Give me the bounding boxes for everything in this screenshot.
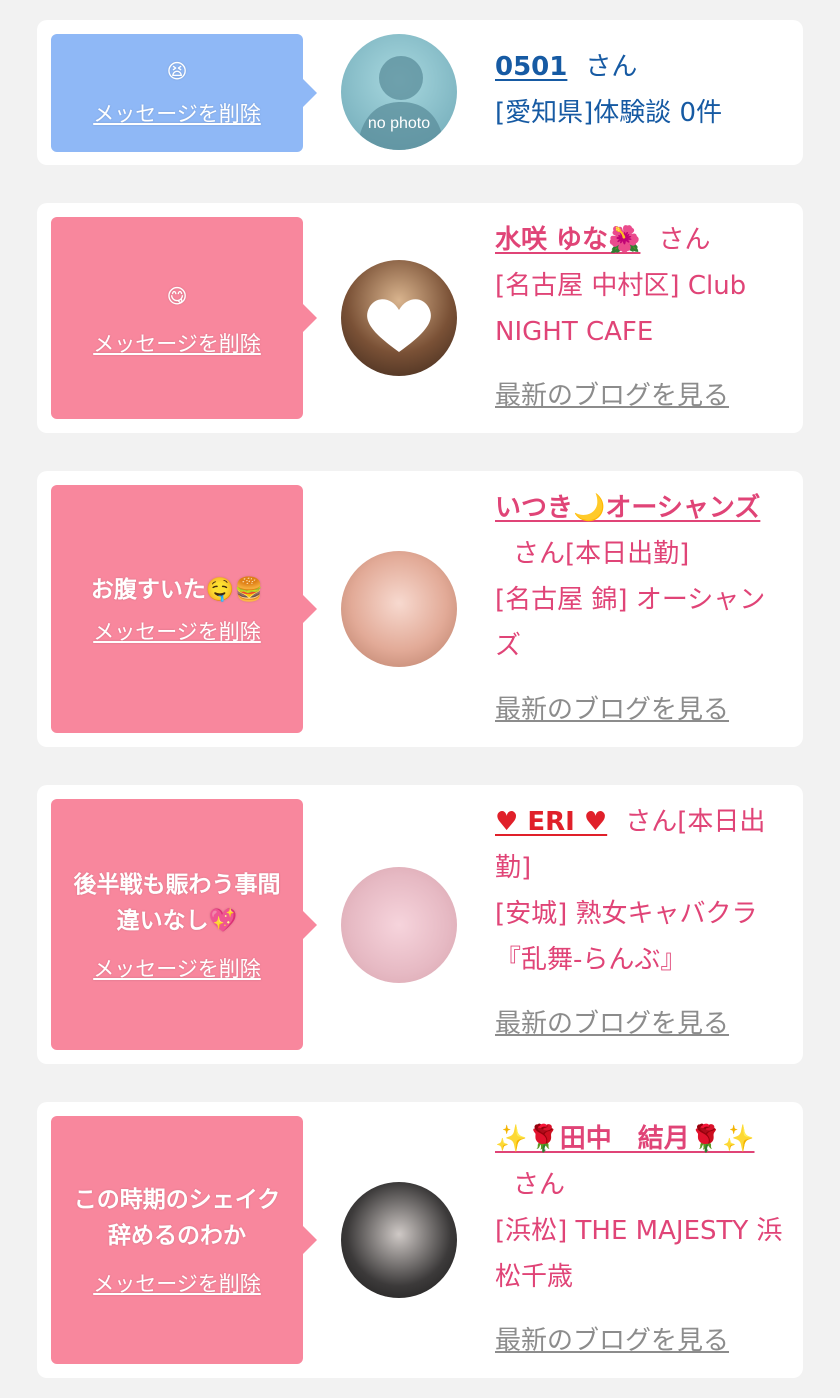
delete-message-link[interactable]: メッセージを削除 xyxy=(93,953,261,983)
delete-message-link[interactable]: メッセージを削除 xyxy=(93,1268,261,1298)
avatar-no-photo[interactable]: no photo xyxy=(341,34,457,150)
delete-message-link[interactable]: メッセージを削除 xyxy=(93,616,261,646)
message-text: お腹すいた🤤🍔 xyxy=(90,577,264,603)
message-text: 後半戦も賑わう事間違いなし💖 xyxy=(73,871,281,934)
no-photo-label: no photo xyxy=(368,115,430,132)
avatar[interactable] xyxy=(341,551,457,667)
avatar[interactable] xyxy=(341,260,457,376)
profile-info: ✨🌹田中 結月🌹✨ さん [浜松] THE MAJESTY 浜松千歳 最新のブログ… xyxy=(495,1116,787,1364)
message-card: 😋 メッセージを削除 水咲 ゆな🌺 さん [名古屋 中村区] Club NIGHT… xyxy=(37,203,803,433)
profile-name-link[interactable]: 水咲 ゆな🌺 xyxy=(495,225,640,255)
honorific: さん xyxy=(513,539,566,569)
message-bubble: 後半戦も賑わう事間違いなし💖 メッセージを削除 xyxy=(51,799,317,1050)
message-text: 😫 xyxy=(166,59,188,83)
latest-blog-link[interactable]: 最新のブログを見る xyxy=(495,373,787,419)
profile-name-link[interactable]: いつき🌙オーシャンズ xyxy=(495,493,760,523)
message-card: 😫 メッセージを削除 no photo 0501 さん [愛知県]体験談 0件 xyxy=(37,20,803,165)
profile-name-link[interactable]: 0501 xyxy=(495,52,567,82)
message-card: お腹すいた🤤🍔 メッセージを削除 いつき🌙オーシャンズさん[本日出勤] [名古屋… xyxy=(37,471,803,747)
profile-location: [名古屋 中村区] Club NIGHT CAFE xyxy=(495,271,747,347)
profile-location: [愛知県]体験談 0件 xyxy=(495,98,723,128)
avatar[interactable] xyxy=(341,1182,457,1298)
person-silhouette-icon: no photo xyxy=(357,56,445,150)
profile-info: 0501 さん [愛知県]体験談 0件 xyxy=(495,44,787,136)
message-card: 後半戦も賑わう事間違いなし💖 メッセージを削除 ♥ ERI ♥ さん[本日出勤] … xyxy=(37,785,803,1064)
message-card: この時期のシェイク辞めるのわか メッセージを削除 ✨🌹田中 結月🌹✨ さん [浜松… xyxy=(37,1102,803,1378)
profile-info: 水咲 ゆな🌺 さん [名古屋 中村区] Club NIGHT CAFE 最新のブロ… xyxy=(495,217,787,419)
profile-location: [安城] 熟女キャバクラ『乱舞-らんぶ』 xyxy=(495,899,758,975)
profile-info: いつき🌙オーシャンズさん[本日出勤] [名古屋 錦] オーシャンズ 最新のブログ… xyxy=(495,485,787,733)
latest-blog-link[interactable]: 最新のブログを見る xyxy=(495,687,787,733)
latest-blog-link[interactable]: 最新のブログを見る xyxy=(495,1318,787,1364)
profile-name-link[interactable]: ✨🌹田中 結月🌹✨ xyxy=(495,1124,755,1154)
honorific: さん xyxy=(585,52,638,82)
honorific: さん xyxy=(658,225,711,255)
message-bubble: お腹すいた🤤🍔 メッセージを削除 xyxy=(51,485,317,733)
profile-location: [浜松] THE MAJESTY 浜松千歳 xyxy=(495,1216,783,1292)
profile-location: [名古屋 錦] オーシャンズ xyxy=(495,585,766,661)
honorific: さん xyxy=(625,807,678,837)
work-status: [本日出勤] xyxy=(565,539,690,569)
message-text: 😋 xyxy=(166,284,188,308)
message-bubble: 😋 メッセージを削除 xyxy=(51,217,317,419)
profile-info: ♥ ERI ♥ さん[本日出勤] [安城] 熟女キャバクラ『乱舞-らんぶ』 最新の… xyxy=(495,799,787,1047)
delete-message-link[interactable]: メッセージを削除 xyxy=(93,328,261,358)
message-bubble: 😫 メッセージを削除 xyxy=(51,34,317,152)
message-text: この時期のシェイク辞めるのわか xyxy=(73,1187,281,1249)
honorific: さん xyxy=(513,1170,566,1200)
heart-sticker-icon xyxy=(367,299,431,352)
latest-blog-link[interactable]: 最新のブログを見る xyxy=(495,1001,787,1047)
avatar[interactable] xyxy=(341,867,457,983)
message-bubble: この時期のシェイク辞めるのわか メッセージを削除 xyxy=(51,1116,317,1364)
profile-name-link[interactable]: ♥ ERI ♥ xyxy=(495,807,607,837)
delete-message-link[interactable]: メッセージを削除 xyxy=(93,98,261,128)
